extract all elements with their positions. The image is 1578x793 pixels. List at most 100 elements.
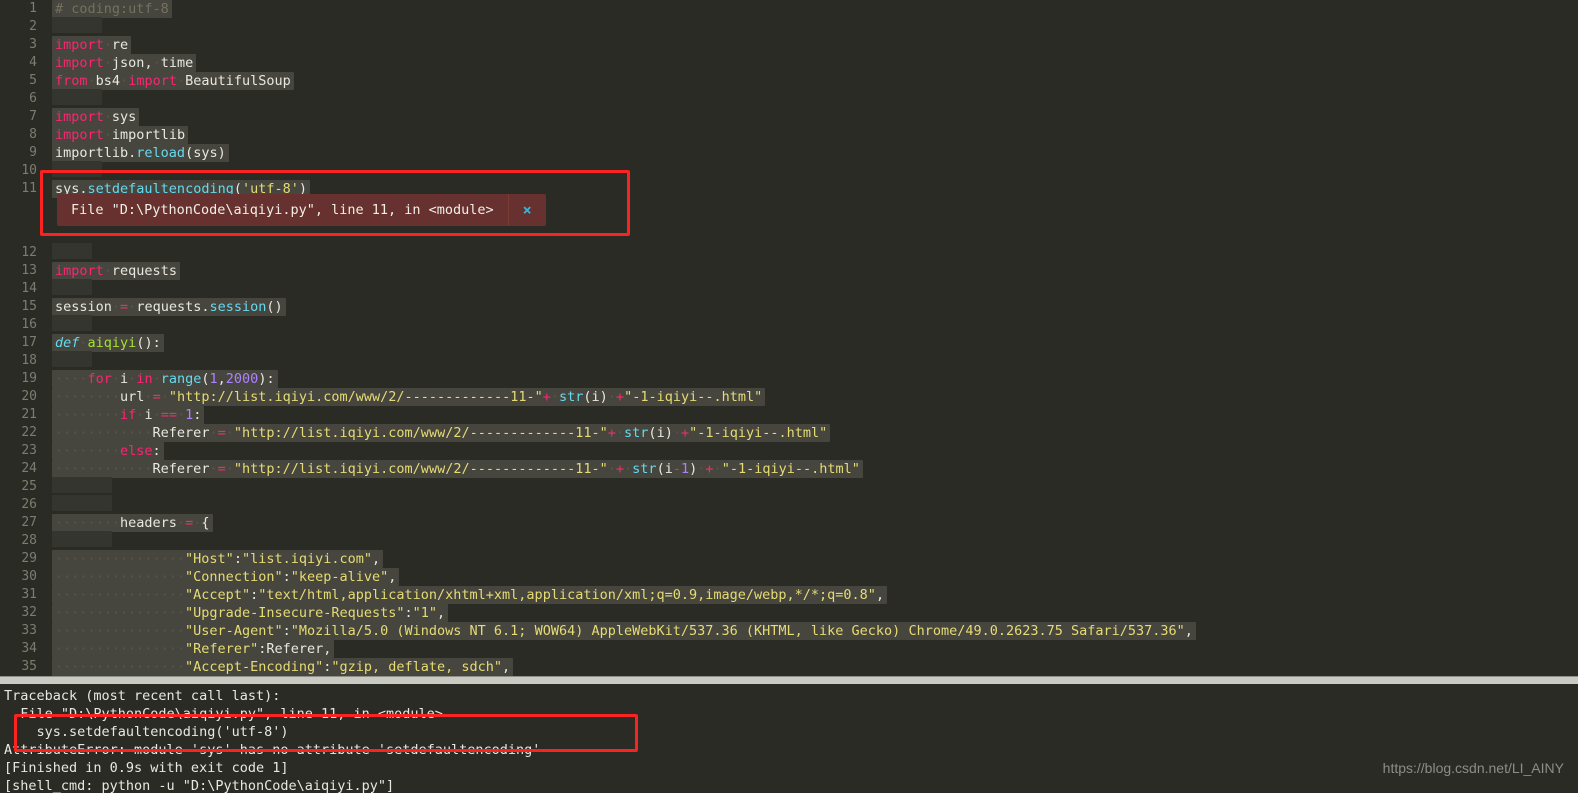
code-line[interactable]: 18 [0, 350, 1578, 372]
code-line-text[interactable]: import·json,·time [46, 54, 197, 72]
code-line[interactable]: 2 [0, 16, 1578, 38]
code-line[interactable]: 20 ········url·=·"http://list.iqiyi.com/w… [0, 388, 1578, 406]
code-line[interactable]: 1 # coding:utf-8 [0, 0, 1578, 18]
code-line-text[interactable]: ············Referer·=·"http://list.iqiyi… [46, 460, 863, 478]
close-icon[interactable]: × [509, 194, 546, 226]
code-line[interactable]: 33 ················"User-Agent":"Mozilla/… [0, 622, 1578, 640]
code-editor-pane[interactable]: 1 # coding:utf-8 2 3 import·re 4 import·json,·… [0, 0, 1578, 676]
code-line-text[interactable] [46, 16, 102, 38]
code-token-run: ················"Upgrade-Insecure-Reques… [52, 604, 449, 622]
code-token-run: ················"Host":"list.iqiyi.com", [52, 550, 384, 568]
code-line-text[interactable]: # coding:utf-8 [46, 0, 172, 18]
code-line-text[interactable]: from·bs4·import·BeautifulSoup [46, 72, 294, 90]
console-line: File "D:\PythonCode\aiqiyi.py", line 11,… [4, 706, 443, 722]
empty-line-highlight [52, 278, 92, 295]
code-line-text[interactable]: def·aiqiyi(): [46, 334, 164, 352]
code-line-text[interactable]: ················"Accept":"text/html,appl… [46, 586, 888, 604]
code-line[interactable]: 13 import·requests [0, 262, 1578, 280]
code-line-text[interactable] [46, 242, 92, 264]
code-line[interactable]: 4 import·json,·time [0, 54, 1578, 72]
code-token-run: # coding:utf-8 [52, 0, 172, 18]
code-line[interactable]: 8 import·importlib [0, 126, 1578, 144]
code-line-text[interactable]: import·requests [46, 262, 180, 280]
empty-line-highlight [52, 476, 112, 493]
panel-divider[interactable] [0, 676, 1578, 684]
code-line-text[interactable] [46, 494, 112, 516]
code-line-text[interactable] [46, 530, 112, 552]
code-line[interactable]: 29 ················"Host":"list.iqiyi.com… [0, 550, 1578, 568]
code-token-run: ········else: [52, 442, 164, 460]
code-line-text[interactable]: ················"Connection":"keep-alive… [46, 568, 400, 586]
code-line[interactable]: 9 importlib.reload(sys) [0, 144, 1578, 162]
error-tooltip-popup[interactable]: File "D:\PythonCode\aiqiyi.py", line 11,… [57, 194, 546, 226]
code-line-text[interactable]: ············Referer·=·"http://list.iqiyi… [46, 424, 831, 442]
code-lines-container[interactable]: 1 # coding:utf-8 2 3 import·re 4 import·json,·… [0, 0, 1578, 676]
empty-line-highlight [52, 314, 92, 331]
empty-line-highlight [52, 16, 102, 33]
empty-line-highlight [52, 494, 112, 511]
line-number: 13 [0, 262, 46, 280]
code-line-text[interactable]: ········if·i·==·1: [46, 406, 205, 424]
code-line[interactable]: 17 def·aiqiyi(): [0, 334, 1578, 352]
code-token-run: ········if·i·==·1: [52, 406, 205, 424]
code-line-text[interactable] [46, 314, 92, 336]
code-line[interactable]: 22 ············Referer·=·"http://list.iqi… [0, 424, 1578, 442]
code-line[interactable]: 32 ················"Upgrade-Insecure-Requ… [0, 604, 1578, 622]
line-number: 19 [0, 370, 46, 388]
code-line-text[interactable]: ················"Referer":Referer, [46, 640, 335, 658]
code-line-text[interactable]: session·=·requests.session() [46, 298, 286, 316]
code-line-text[interactable]: import·sys [46, 108, 140, 126]
code-line[interactable]: 28 [0, 530, 1578, 552]
code-line-text[interactable]: ········else: [46, 442, 164, 460]
code-line[interactable]: 12 [0, 242, 1578, 264]
line-number: 4 [0, 54, 46, 72]
line-number: 25 [0, 478, 46, 496]
line-number: 27 [0, 514, 46, 532]
code-line[interactable]: 26 [0, 494, 1578, 516]
code-token-run: ········url·=·"http://list.iqiyi.com/www… [52, 388, 766, 406]
code-line-text[interactable]: ················"Upgrade-Insecure-Reques… [46, 604, 449, 622]
line-number: 28 [0, 532, 46, 550]
code-line-text[interactable]: importlib.reload(sys) [46, 144, 229, 162]
code-line-text[interactable]: import·re [46, 36, 132, 54]
console-lines-container: Traceback (most recent call last): File … [4, 687, 1578, 793]
error-tooltip-message: File "D:\PythonCode\aiqiyi.py", line 11,… [71, 202, 494, 218]
code-line[interactable]: 27 ········headers·=·{ [0, 514, 1578, 532]
code-token-run: ········headers·=·{ [52, 514, 213, 532]
console-output-pane[interactable]: Traceback (most recent call last): File … [0, 684, 1578, 793]
code-line[interactable]: 25 [0, 476, 1578, 496]
code-line-text[interactable]: ················"Host":"list.iqiyi.com", [46, 550, 384, 568]
code-line-text[interactable] [46, 88, 102, 110]
code-line[interactable]: 16 [0, 314, 1578, 336]
code-line-text[interactable] [46, 278, 92, 300]
code-line-text[interactable] [46, 160, 102, 182]
line-number: 12 [0, 244, 46, 262]
code-line[interactable]: 21 ········if·i·==·1: [0, 406, 1578, 424]
code-line-text[interactable] [46, 350, 92, 372]
line-number: 34 [0, 640, 46, 658]
code-line[interactable]: 34 ················"Referer":Referer, [0, 640, 1578, 658]
code-line[interactable]: 6 [0, 88, 1578, 110]
code-line[interactable]: 14 [0, 278, 1578, 300]
code-line-text[interactable]: ····for·i·in·range(1,2000): [46, 370, 278, 388]
code-line[interactable]: 15 session·=·requests.session() [0, 298, 1578, 316]
code-line-text[interactable]: ················"Accept-Encoding":"gzip,… [46, 658, 514, 676]
code-line-text[interactable]: ········headers·=·{ [46, 514, 213, 532]
code-line[interactable]: 24 ············Referer·=·"http://list.iqi… [0, 460, 1578, 478]
line-number: 16 [0, 316, 46, 334]
code-line-text[interactable]: ········url·=·"http://list.iqiyi.com/www… [46, 388, 766, 406]
code-line[interactable]: 35 ················"Accept-Encoding":"gzi… [0, 658, 1578, 676]
code-line[interactable]: 30 ················"Connection":"keep-ali… [0, 568, 1578, 586]
code-line[interactable]: 10 [0, 160, 1578, 182]
line-number: 9 [0, 144, 46, 162]
line-number: 3 [0, 36, 46, 54]
empty-line-highlight [52, 160, 102, 177]
code-line-text[interactable]: import·importlib [46, 126, 189, 144]
code-line[interactable]: 7 import·sys [0, 108, 1578, 126]
code-line[interactable]: 31 ················"Accept":"text/html,ap… [0, 586, 1578, 604]
code-line[interactable]: 3 import·re [0, 36, 1578, 54]
code-line[interactable]: 5 from·bs4·import·BeautifulSoup [0, 72, 1578, 90]
code-line-text[interactable]: ················"User-Agent":"Mozilla/5.… [46, 622, 1196, 640]
code-line[interactable]: 19 ····for·i·in·range(1,2000): [0, 370, 1578, 388]
code-line[interactable]: 23 ········else: [0, 442, 1578, 460]
